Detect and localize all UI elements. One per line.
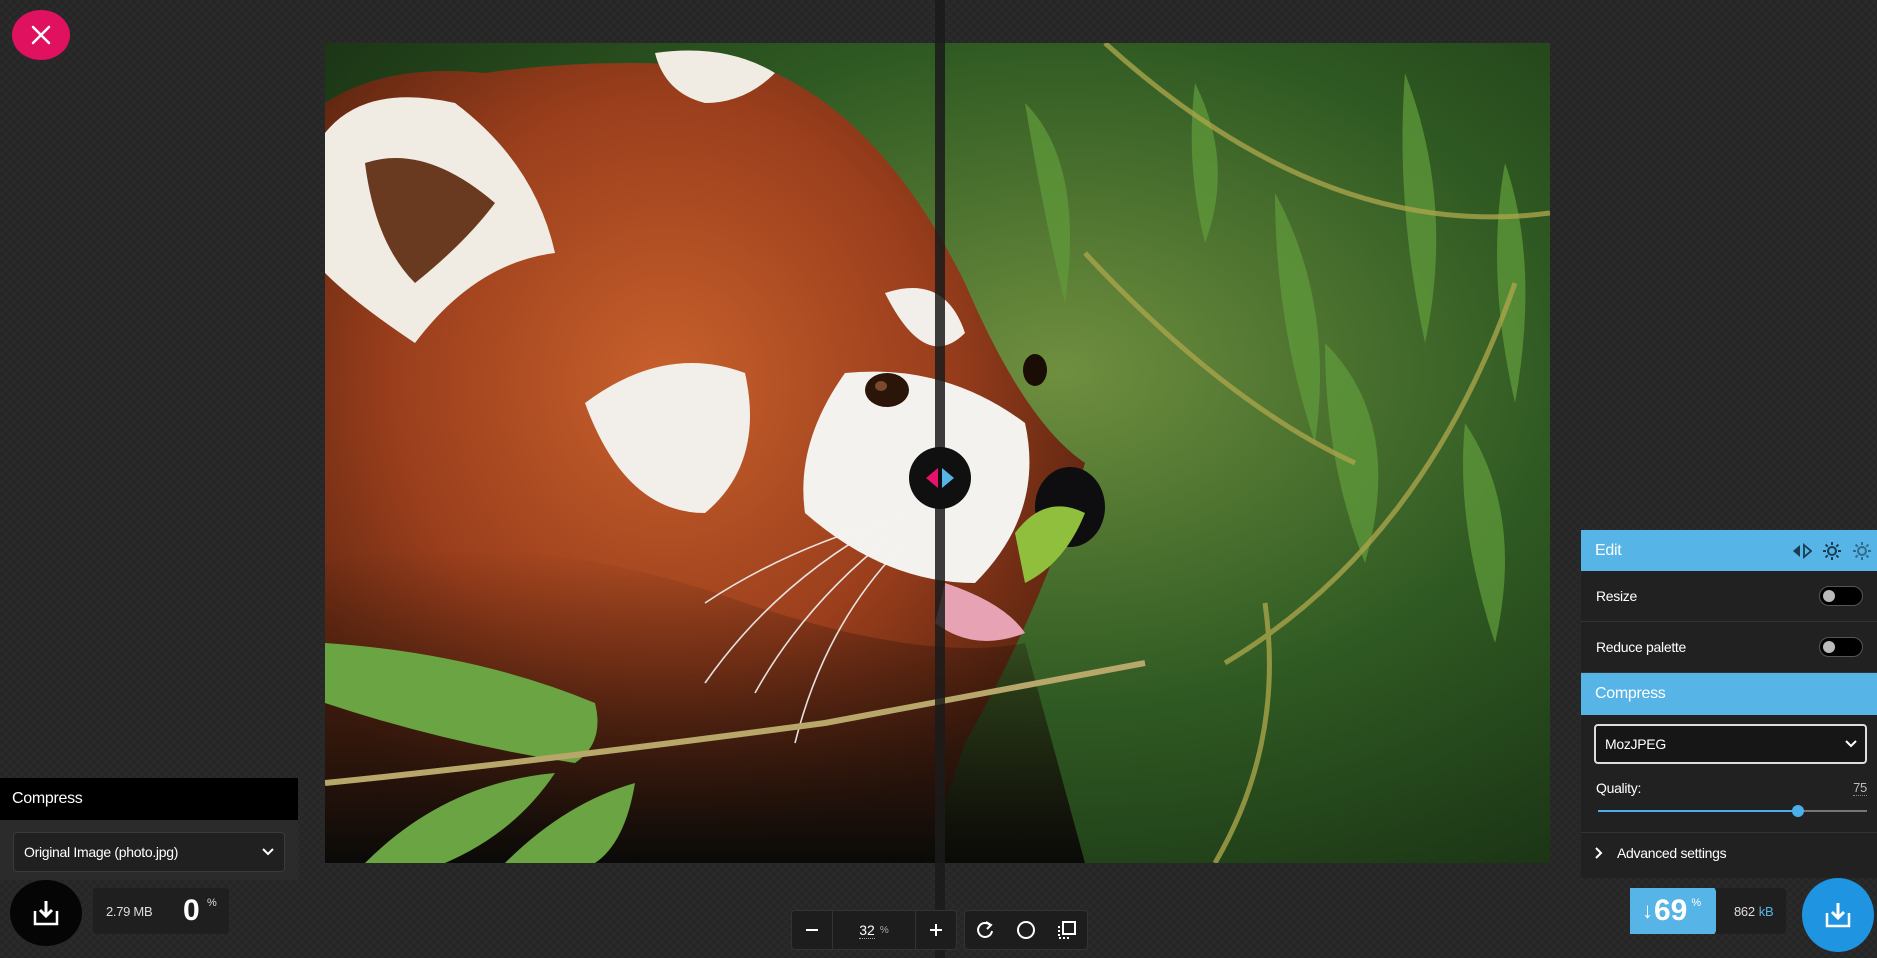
- split-arrows-icon: [926, 468, 954, 488]
- download-icon: [33, 901, 59, 926]
- edit-header-label: Edit: [1595, 541, 1622, 559]
- quality-value[interactable]: 75: [1853, 780, 1867, 796]
- copy-settings-button[interactable]: [1821, 540, 1843, 562]
- rotate-button[interactable]: [966, 911, 1004, 949]
- advanced-settings-toggle[interactable]: Advanced settings: [1581, 832, 1877, 872]
- quality-row: Quality: 75: [1581, 780, 1877, 796]
- crop-button[interactable]: [1048, 911, 1086, 949]
- crop-icon: [1057, 921, 1076, 939]
- left-results: 2.79 MB 0 %: [93, 888, 229, 934]
- chevron-down-icon: [1845, 740, 1857, 748]
- resize-toggle[interactable]: [1819, 586, 1863, 606]
- compare-toggle-button[interactable]: [1791, 540, 1813, 562]
- compress-header: Compress: [1581, 673, 1877, 715]
- zoom-out-button[interactable]: [792, 911, 832, 949]
- import-settings-button[interactable]: [1851, 540, 1873, 562]
- left-file-size: 2.79 MB: [106, 903, 153, 919]
- zoom-value: 32: [859, 921, 875, 939]
- reduce-palette-toggle[interactable]: [1819, 637, 1863, 657]
- savings-percent: 69: [1654, 894, 1688, 927]
- compressed-size: 862 kB: [1716, 888, 1786, 934]
- reduce-palette-row: Reduce palette: [1581, 622, 1877, 673]
- codec-value: MozJPEG: [1605, 736, 1666, 752]
- advanced-settings-label: Advanced settings: [1617, 844, 1727, 861]
- left-options-panel: Compress Original Image (photo.jpg): [0, 778, 298, 880]
- left-panel-header: Compress: [0, 778, 298, 820]
- reduce-palette-label: Reduce palette: [1596, 639, 1686, 655]
- right-download-button[interactable]: [1802, 878, 1874, 952]
- resize-row: Resize: [1581, 571, 1877, 622]
- zoom-unit: %: [879, 924, 889, 936]
- gear-export-icon: [1823, 541, 1841, 560]
- savings-percent-symbol: %: [1691, 897, 1702, 909]
- circle-icon: [1016, 921, 1035, 939]
- compress-header-label: Compress: [1595, 685, 1666, 702]
- left-percent-symbol: %: [207, 897, 217, 909]
- zoom-level[interactable]: 32 %: [832, 911, 916, 949]
- compressed-size-value: 862: [1734, 903, 1755, 919]
- close-icon: [31, 25, 51, 45]
- plus-icon: [930, 924, 942, 936]
- right-options-panel: Edit Resize Reduce palette Compress MozJ…: [1581, 530, 1877, 878]
- background-toggle-button[interactable]: [1007, 911, 1045, 949]
- compressed-size-unit: kB: [1758, 903, 1774, 919]
- quality-label: Quality:: [1596, 780, 1642, 796]
- chevron-down-icon: [262, 848, 274, 856]
- left-percent: 0: [183, 894, 200, 927]
- savings-badge: ↓ 69 %: [1630, 888, 1726, 934]
- view-tools: [964, 910, 1088, 950]
- split-arrows-icon: [1793, 542, 1812, 559]
- close-button[interactable]: [12, 10, 70, 60]
- zoom-controls: 32 %: [791, 910, 957, 950]
- edit-header: Edit: [1581, 530, 1877, 571]
- savings-arrow: ↓: [1642, 898, 1653, 923]
- rotate-icon: [977, 921, 994, 938]
- download-icon: [1825, 903, 1851, 928]
- left-select-value: Original Image (photo.jpg): [24, 844, 179, 860]
- chevron-right-icon: [1595, 846, 1603, 859]
- divider-handle[interactable]: [909, 447, 971, 509]
- codec-select[interactable]: MozJPEG: [1594, 724, 1867, 764]
- zoom-in-button[interactable]: [916, 911, 956, 949]
- resize-label: Resize: [1596, 588, 1637, 604]
- left-codec-select[interactable]: Original Image (photo.jpg): [13, 832, 285, 872]
- minus-icon: [806, 929, 818, 931]
- gear-import-icon: [1853, 541, 1871, 560]
- quality-slider[interactable]: [1598, 804, 1867, 818]
- left-download-button[interactable]: [10, 880, 82, 946]
- quality-slider-thumb[interactable]: [1792, 805, 1805, 817]
